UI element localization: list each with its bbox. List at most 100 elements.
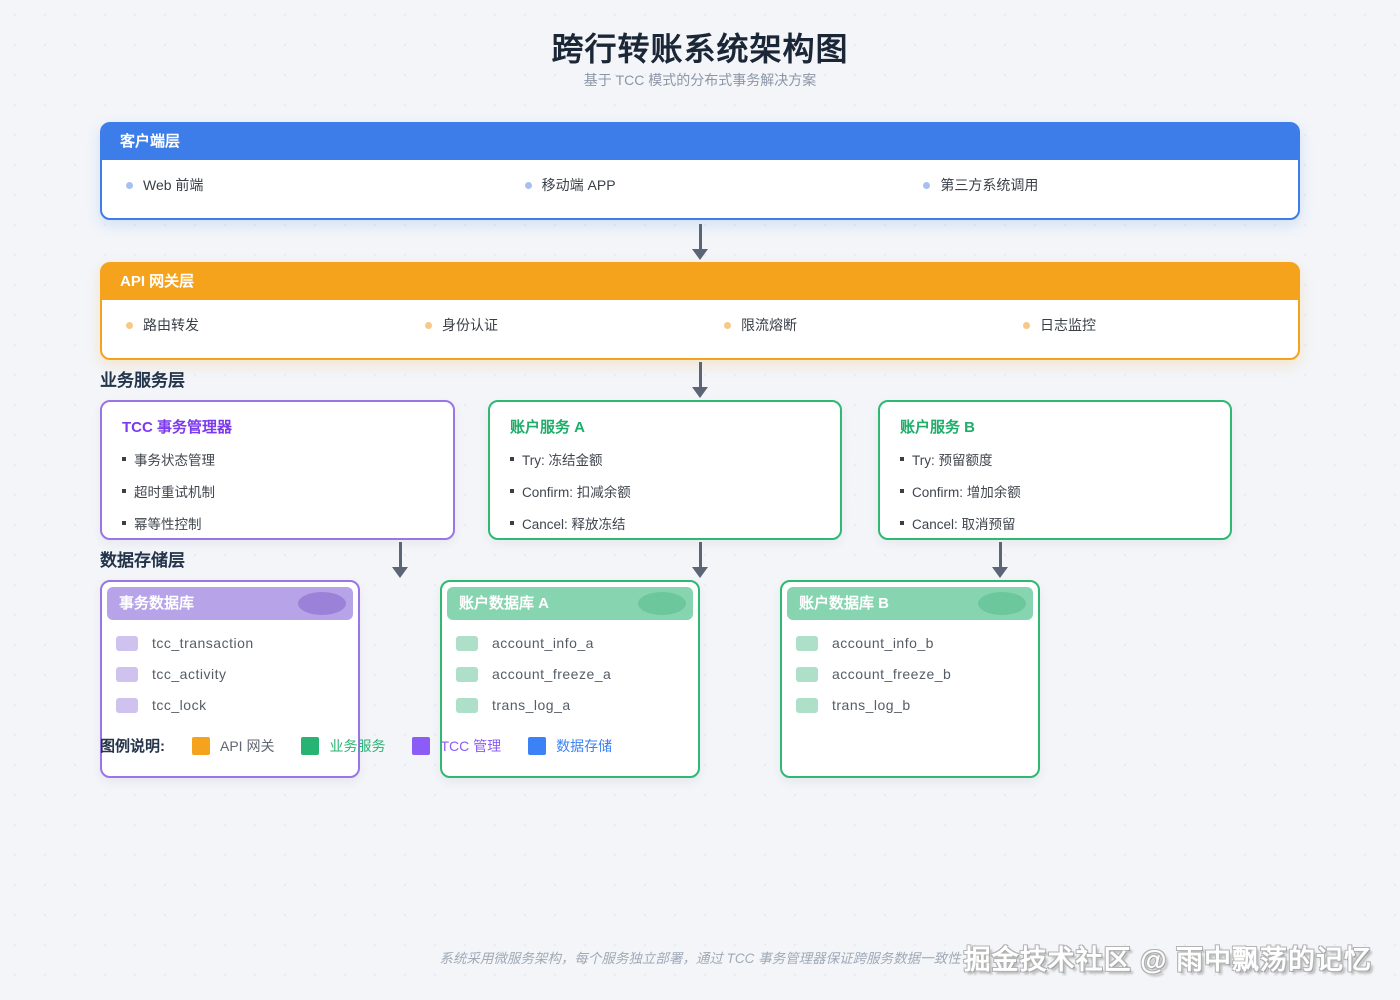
legend-swatch-blue-icon [528, 736, 547, 755]
tcc-manager-title: TCC 事务管理器 [122, 419, 232, 436]
transaction-database-title: 事务数据库 [119, 595, 195, 612]
client-item-third-party: 第三方系统调用 [899, 175, 1298, 195]
legend-item-label: TCC 管理 [440, 737, 502, 754]
arrow-head-icon [692, 249, 708, 260]
arrow-head-icon [392, 567, 408, 578]
table-chip-icon [116, 697, 138, 713]
client-item-label: Web 前端 [143, 177, 204, 193]
table-chip-icon [116, 666, 138, 682]
legend-item-label: 业务服务 [329, 737, 386, 754]
client-layer-header: 客户端层 [102, 124, 1298, 160]
storage-layer-label: 数据存储层 [100, 551, 185, 570]
square-bullet-icon [122, 521, 126, 525]
gateway-item-auth: 身份认证 [401, 315, 700, 335]
table-chip-icon [116, 635, 138, 651]
arrow-line [698, 362, 702, 387]
arrow-down-tcc-to-db [392, 542, 408, 578]
service-a-item: Confirm: 扣减余额 [510, 481, 840, 501]
table-chip-icon [456, 666, 478, 682]
arrow-head-icon [692, 387, 708, 398]
gateway-item-rate-limit: 限流熔断 [700, 315, 999, 335]
account-service-b-box: 账户服务 B Try: 预留额度 Confirm: 增加余额 Cancel: 取… [878, 400, 1232, 540]
legend-item-label: API 网关 [220, 737, 275, 754]
arrow-down-gateway-to-business [692, 362, 708, 398]
db-table-row: account_info_b [796, 635, 1038, 651]
account-service-a-box: 账户服务 A Try: 冻结金额 Confirm: 扣减余额 Cancel: 释… [488, 400, 842, 540]
legend-swatch-orange-icon [192, 736, 210, 755]
transaction-database-header: 事务数据库 [107, 587, 353, 620]
table-chip-icon [796, 666, 818, 682]
account-service-b-title: 账户服务 B [900, 419, 976, 436]
legend-swatch-purple-icon [412, 736, 431, 755]
db-table-row: account_freeze_b [796, 666, 1038, 682]
business-layer-label: 业务服务层 [100, 371, 185, 390]
service-b-item: Confirm: 增加余额 [900, 481, 1230, 501]
tcc-item: 事务状态管理 [122, 449, 453, 469]
service-b-item-label: Confirm: 增加余额 [912, 485, 1021, 500]
page-title: 跨行转账系统架构图 [551, 31, 849, 67]
square-bullet-icon [900, 521, 904, 525]
service-b-item: Cancel: 取消预留 [900, 513, 1230, 533]
db-table-row: account_info_a [456, 635, 698, 651]
legend: 图例说明: API 网关 业务服务 TCC 管理 数据存储 [100, 735, 612, 756]
legend-item-business-service: 业务服务 [301, 736, 385, 756]
service-a-item: Try: 冻结金额 [510, 449, 840, 469]
db-table-row: tcc_lock [116, 697, 358, 713]
db-table-name: account_freeze_a [492, 666, 612, 682]
gateway-item-label: 身份认证 [442, 317, 498, 333]
square-bullet-icon [510, 489, 514, 493]
tcc-manager-box: TCC 事务管理器 事务状态管理 超时重试机制 幂等性控制 [100, 400, 455, 540]
service-b-item-label: Cancel: 取消预留 [912, 517, 1016, 532]
service-a-item-label: Cancel: 释放冻结 [522, 517, 626, 532]
legend-item-tcc-manager: TCC 管理 [412, 736, 501, 756]
db-cylinder-highlight-icon [978, 592, 1026, 615]
square-bullet-icon [900, 457, 904, 461]
bullet-dot-icon [724, 321, 731, 329]
arrow-down-service-a-to-db [692, 542, 708, 578]
table-chip-icon [796, 635, 818, 651]
client-layer-items: Web 前端 移动端 APP 第三方系统调用 [102, 160, 1298, 195]
db-table-name: account_info_b [832, 635, 934, 651]
db-cylinder-highlight-icon [638, 592, 686, 615]
table-chip-icon [456, 697, 478, 713]
legend-item-api-gateway: API 网关 [192, 736, 274, 756]
client-item-label: 第三方系统调用 [940, 177, 1039, 193]
account-service-a-title: 账户服务 A [510, 419, 586, 436]
account-database-b-title: 账户数据库 B [799, 595, 890, 612]
service-a-item-label: Try: 冻结金额 [522, 453, 603, 468]
client-item-mobile-app: 移动端 APP [501, 175, 900, 195]
service-a-item-label: Confirm: 扣减余额 [522, 485, 631, 500]
gateway-item-log-monitor: 日志监控 [999, 315, 1298, 335]
arrow-line [998, 542, 1002, 567]
db-table-name: account_freeze_b [832, 666, 952, 682]
db-table-row: trans_log_b [796, 697, 1038, 713]
db-table-name: tcc_activity [152, 666, 227, 682]
account-database-b-box: 账户数据库 B account_info_b account_freeze_b … [780, 580, 1040, 778]
legend-title: 图例说明: [100, 738, 165, 755]
legend-item-data-storage: 数据存储 [528, 736, 612, 756]
gateway-layer-items: 路由转发 身份认证 限流熔断 日志监控 [102, 300, 1298, 335]
client-layer-box: 客户端层 Web 前端 移动端 APP 第三方系统调用 [100, 122, 1300, 220]
arrow-line [698, 224, 702, 249]
gateway-item-routing: 路由转发 [102, 315, 401, 335]
page-subtitle: 基于 TCC 模式的分布式事务解决方案 [583, 72, 817, 88]
bullet-dot-icon [524, 181, 532, 189]
bullet-dot-icon [126, 321, 133, 329]
bullet-dot-icon [923, 181, 931, 189]
tcc-item: 超时重试机制 [122, 481, 453, 501]
arrow-head-icon [692, 567, 708, 578]
tcc-item-label: 超时重试机制 [134, 485, 215, 500]
table-chip-icon [796, 697, 818, 713]
bullet-dot-icon [1023, 321, 1030, 329]
db-cylinder-highlight-icon [298, 592, 346, 615]
db-table-name: account_info_a [492, 635, 594, 651]
bullet-dot-icon [425, 321, 432, 329]
client-item-web: Web 前端 [102, 175, 501, 195]
db-table-name: trans_log_b [832, 697, 911, 713]
db-table-name: tcc_lock [152, 697, 207, 713]
db-table-row: trans_log_a [456, 697, 698, 713]
square-bullet-icon [900, 489, 904, 493]
gateway-item-label: 日志监控 [1040, 317, 1096, 333]
db-table-row: account_freeze_a [456, 666, 698, 682]
gateway-layer-box: API 网关层 路由转发 身份认证 限流熔断 日志监控 [100, 262, 1300, 360]
